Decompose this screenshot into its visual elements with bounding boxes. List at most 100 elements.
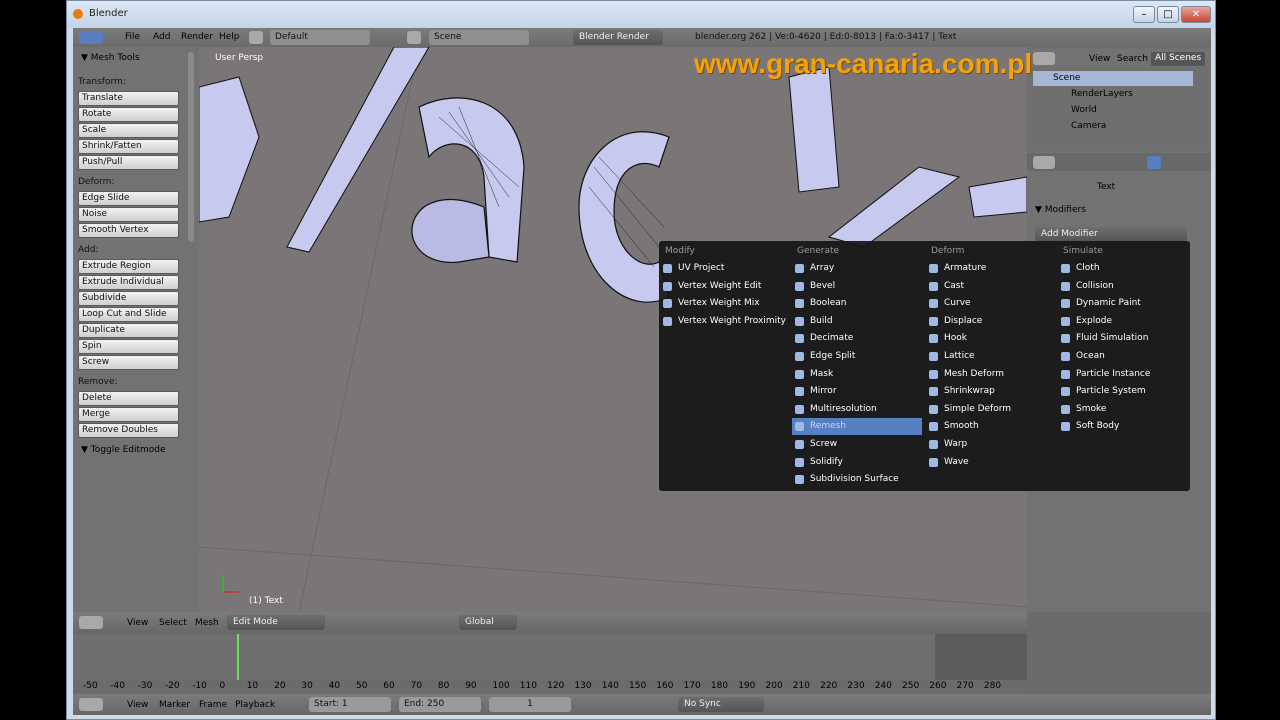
view-menu[interactable]: View (127, 618, 148, 628)
menu-item-particle-system[interactable]: Particle System (1058, 383, 1188, 400)
menu-item-boolean[interactable]: Boolean (792, 295, 922, 312)
scene-icon[interactable] (407, 31, 421, 44)
menu-item-armature[interactable]: Armature (926, 260, 1056, 277)
menu-item-fluid-simulation[interactable]: Fluid Simulation (1058, 330, 1188, 347)
extrude-individual-button[interactable]: Extrude Individual (78, 275, 179, 290)
menu-item-bevel[interactable]: Bevel (792, 278, 922, 295)
menu-item-cloth[interactable]: Cloth (1058, 260, 1188, 277)
orientation-dropdown[interactable]: Global (459, 615, 517, 630)
menu-item-mesh-deform[interactable]: Mesh Deform (926, 366, 1056, 383)
outliner-view-menu[interactable]: View (1089, 54, 1110, 64)
render-engine-dropdown[interactable]: Blender Render (573, 30, 663, 45)
menu-item-vertex-weight-mix[interactable]: Vertex Weight Mix (660, 295, 790, 312)
frame-menu[interactable]: Frame (199, 700, 227, 710)
modifiers-panel-header[interactable]: ▼ Modifiers (1035, 205, 1086, 215)
menu-item-cast[interactable]: Cast (926, 278, 1056, 295)
rotate-button[interactable]: Rotate (78, 107, 179, 122)
scale-button[interactable]: Scale (78, 123, 179, 138)
menu-item-soft-body[interactable]: Soft Body (1058, 418, 1188, 435)
playback-menu[interactable]: Playback (235, 700, 275, 710)
timeline-view-menu[interactable]: View (127, 700, 148, 710)
menu-item-mask[interactable]: Mask (792, 366, 922, 383)
properties-tabs[interactable] (1027, 153, 1211, 171)
scene-field[interactable]: Scene (429, 30, 529, 45)
menu-item-smooth[interactable]: Smooth (926, 418, 1056, 435)
spin-button[interactable]: Spin (78, 339, 179, 354)
maximize-button[interactable]: □ (1157, 6, 1179, 23)
all-scenes-dropdown[interactable]: All Scenes (1151, 52, 1206, 66)
add-modifier-dropdown[interactable]: Add Modifier (1035, 227, 1187, 242)
subdivide-button[interactable]: Subdivide (78, 291, 179, 306)
menu-item-remesh[interactable]: Remesh (792, 418, 922, 436)
editor-type-icon[interactable] (79, 31, 103, 44)
marker-menu[interactable]: Marker (159, 700, 190, 710)
screen-layout-icon[interactable] (249, 31, 263, 44)
menu-item-solidify[interactable]: Solidify (792, 454, 922, 471)
screw-tool-button[interactable]: Screw (78, 355, 179, 370)
outliner-editor-icon[interactable] (1033, 52, 1055, 65)
minimize-button[interactable]: – (1133, 6, 1155, 23)
noise-button[interactable]: Noise (78, 207, 179, 222)
layout-field[interactable]: Default (270, 30, 370, 45)
menu-item-hook[interactable]: Hook (926, 330, 1056, 347)
menu-item-simple-deform[interactable]: Simple Deform (926, 401, 1056, 418)
menu-render[interactable]: Render (181, 32, 213, 42)
edge-slide-button[interactable]: Edge Slide (78, 191, 179, 206)
menu-add[interactable]: Add (153, 32, 170, 42)
toolshelf-scrollbar[interactable] (188, 52, 194, 242)
menu-file[interactable]: File (125, 32, 140, 42)
mesh-menu[interactable]: Mesh (195, 618, 219, 628)
menu-item-vertex-weight-edit[interactable]: Vertex Weight Edit (660, 278, 790, 295)
start-frame-field[interactable]: Start: 1 (309, 697, 391, 712)
modifier-tab-wrench-icon[interactable] (1147, 156, 1161, 169)
menu-item-particle-instance[interactable]: Particle Instance (1058, 366, 1188, 383)
menu-item-curve[interactable]: Curve (926, 295, 1056, 312)
select-menu[interactable]: Select (159, 618, 187, 628)
sync-dropdown[interactable]: No Sync (678, 697, 764, 712)
remove-doubles-button[interactable]: Remove Doubles (78, 423, 179, 438)
menu-item-vertex-weight-proximity[interactable]: Vertex Weight Proximity (660, 313, 790, 330)
menu-item-uv-project[interactable]: UV Project (660, 260, 790, 277)
duplicate-button[interactable]: Duplicate (78, 323, 179, 338)
menu-help[interactable]: Help (219, 32, 240, 42)
current-frame-marker[interactable] (237, 634, 239, 680)
menu-item-mirror[interactable]: Mirror (792, 383, 922, 400)
menu-item-explode[interactable]: Explode (1058, 313, 1188, 330)
menu-item-decimate[interactable]: Decimate (792, 330, 922, 347)
toggle-editmode-header[interactable]: ▼ Toggle Editmode (81, 445, 166, 455)
smooth-vertex-button[interactable]: Smooth Vertex (78, 223, 179, 238)
menu-item-multiresolution[interactable]: Multiresolution (792, 401, 922, 418)
loop-cut-button[interactable]: Loop Cut and Slide (78, 307, 179, 322)
outliner-item-camera[interactable]: Camera (1047, 119, 1217, 134)
mode-dropdown[interactable]: Edit Mode (227, 615, 325, 630)
menu-item-shrinkwrap[interactable]: Shrinkwrap (926, 383, 1056, 400)
delete-button[interactable]: Delete (78, 391, 179, 406)
menu-item-smoke[interactable]: Smoke (1058, 401, 1188, 418)
menu-item-build[interactable]: Build (792, 313, 922, 330)
extrude-region-button[interactable]: Extrude Region (78, 259, 179, 274)
close-button[interactable]: ✕ (1181, 6, 1211, 23)
shrink-fatten-button[interactable]: Shrink/Fatten (78, 139, 179, 154)
push-pull-button[interactable]: Push/Pull (78, 155, 179, 170)
menu-item-displace[interactable]: Displace (926, 313, 1056, 330)
translate-button[interactable]: Translate (78, 91, 179, 106)
timeline-editor-icon[interactable] (79, 698, 103, 711)
properties-editor-icon[interactable] (1033, 156, 1055, 169)
menu-item-dynamic-paint[interactable]: Dynamic Paint (1058, 295, 1188, 312)
outliner-search-menu[interactable]: Search (1117, 54, 1148, 64)
menu-item-array[interactable]: Array (792, 260, 922, 277)
merge-button[interactable]: Merge (78, 407, 179, 422)
menu-item-screw[interactable]: Screw (792, 436, 922, 453)
menu-item-edge-split[interactable]: Edge Split (792, 348, 922, 365)
menu-item-ocean[interactable]: Ocean (1058, 348, 1188, 365)
end-frame-field[interactable]: End: 250 (399, 697, 481, 712)
menu-item-lattice[interactable]: Lattice (926, 348, 1056, 365)
outliner-item-world[interactable]: World (1047, 103, 1217, 118)
outliner-item-scene[interactable]: Scene (1033, 71, 1193, 86)
current-frame-field[interactable]: 1 (489, 697, 571, 712)
outliner-item-renderlayers[interactable]: RenderLayers (1047, 87, 1217, 102)
3d-editor-type-icon[interactable] (79, 616, 103, 629)
menu-item-wave[interactable]: Wave (926, 454, 1056, 471)
menu-item-collision[interactable]: Collision (1058, 278, 1188, 295)
menu-item-warp[interactable]: Warp (926, 436, 1056, 453)
